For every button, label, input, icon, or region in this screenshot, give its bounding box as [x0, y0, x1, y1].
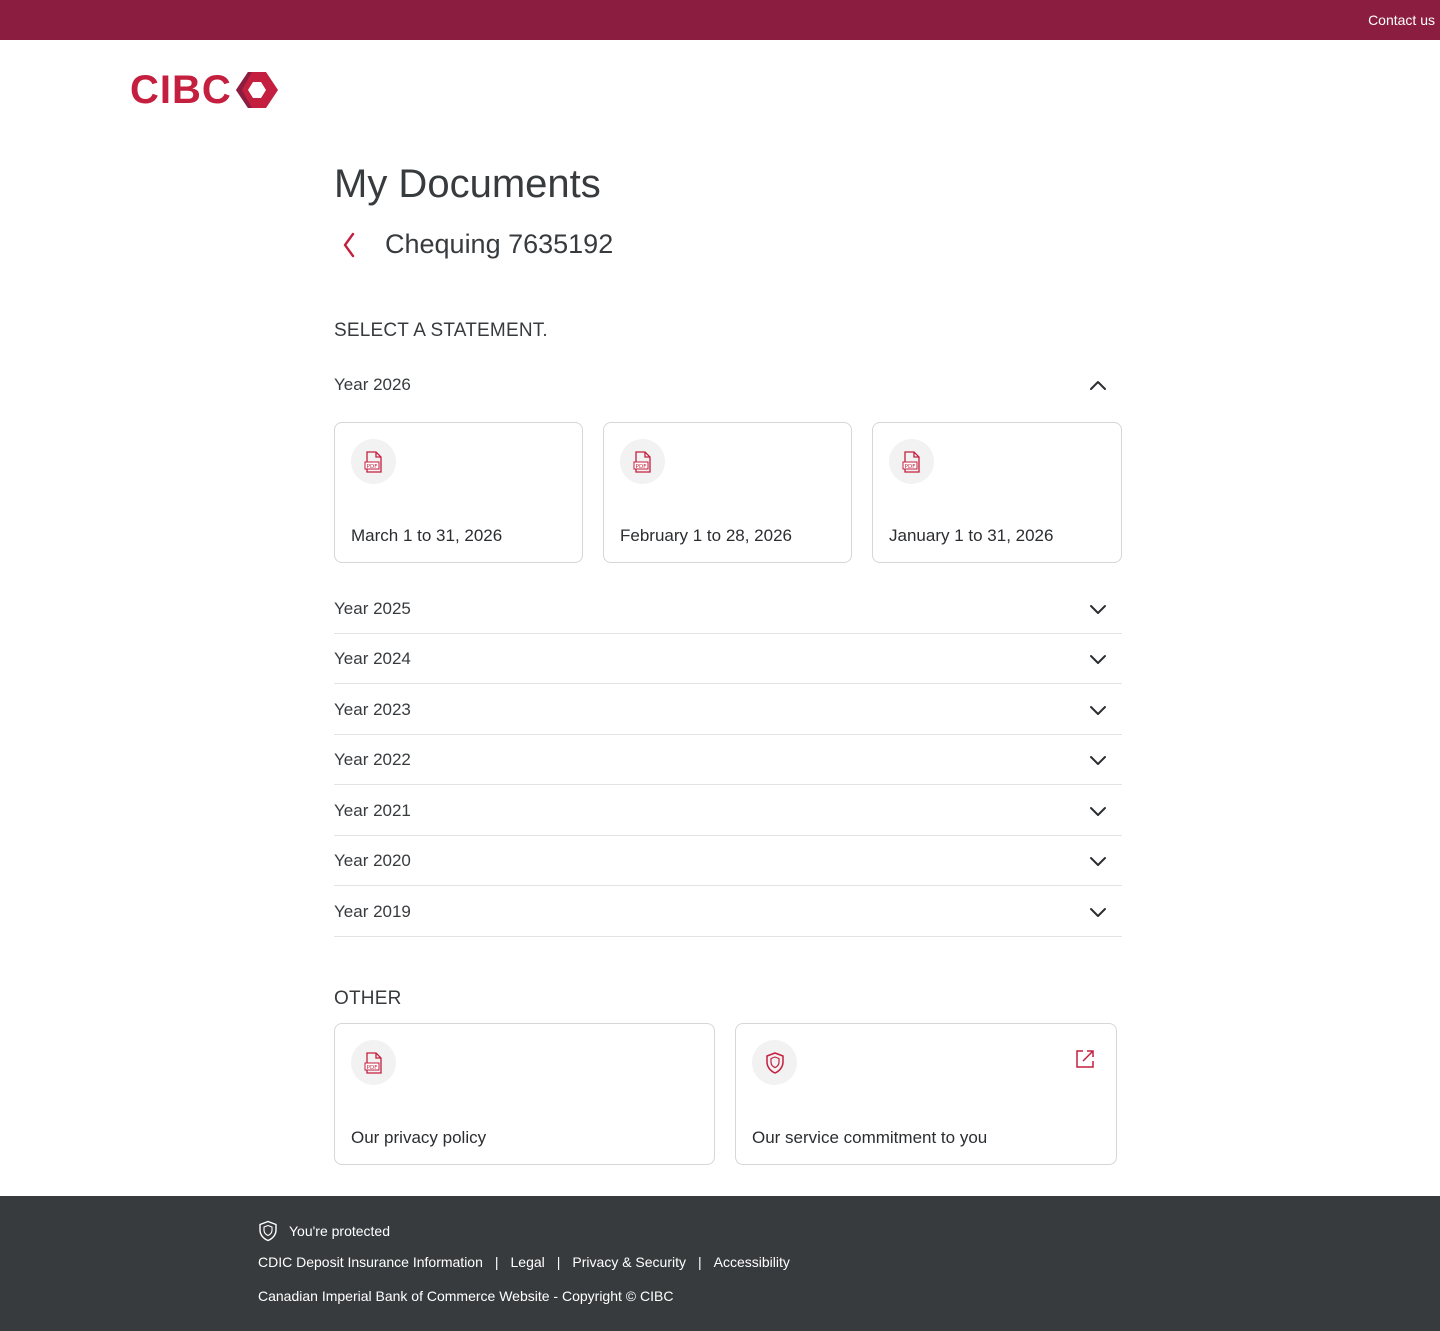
statement-card[interactable]: PDF February 1 to 28, 2026: [603, 422, 852, 563]
year-label: Year 2022: [334, 749, 411, 769]
statement-card[interactable]: PDF March 1 to 31, 2026: [334, 422, 583, 563]
year-accordion-2024[interactable]: Year 2024: [334, 634, 1122, 684]
chevron-down-icon: [1088, 599, 1108, 619]
protected-label: You're protected: [289, 1223, 391, 1239]
chevron-down-icon: [1088, 851, 1108, 871]
chevron-up-icon: [1088, 375, 1108, 395]
divider: |: [556, 1254, 561, 1270]
privacy-security-link[interactable]: Privacy & Security: [572, 1254, 686, 1270]
account-title: Chequing 7635192: [385, 229, 614, 259]
statement-label: January 1 to 31, 2026: [889, 526, 1054, 545]
contact-us-link[interactable]: Contact us: [1368, 12, 1435, 28]
pdf-icon: PDF: [889, 439, 934, 484]
statement-card[interactable]: PDF January 1 to 31, 2026: [872, 422, 1122, 563]
legal-link[interactable]: Legal: [511, 1254, 545, 1270]
year-label: Year 2024: [334, 648, 411, 668]
accessibility-link[interactable]: Accessibility: [714, 1254, 790, 1270]
top-bar: Contact us: [0, 0, 1440, 40]
svg-text:PDF: PDF: [366, 463, 377, 469]
year-label: Year 2025: [334, 598, 411, 618]
year-label: Year 2019: [334, 901, 411, 921]
svg-text:PDF: PDF: [904, 463, 915, 469]
year-label: Year 2020: [334, 850, 411, 870]
divider: |: [494, 1254, 499, 1270]
external-link-icon: [1074, 1048, 1096, 1075]
chevron-down-icon: [1088, 902, 1108, 922]
pdf-icon: PDF: [620, 439, 665, 484]
cdic-link[interactable]: CDIC Deposit Insurance Information: [258, 1254, 483, 1270]
protected-notice: You're protected: [258, 1220, 390, 1242]
service-commitment-card[interactable]: Our service commitment to you: [735, 1023, 1117, 1165]
shield-icon: [752, 1040, 797, 1085]
svg-text:PDF: PDF: [635, 463, 646, 469]
back-button[interactable]: [336, 228, 362, 262]
footer-links: CDIC Deposit Insurance Information | Leg…: [258, 1254, 790, 1270]
chevron-down-icon: [1088, 801, 1108, 821]
logo-diamond-icon: [235, 72, 278, 108]
year-accordion-2021[interactable]: Year 2021: [334, 786, 1122, 836]
year-accordion-2022[interactable]: Year 2022: [334, 735, 1122, 785]
chevron-left-icon: [343, 232, 355, 258]
year-accordion-2020[interactable]: Year 2020: [334, 836, 1122, 886]
year-accordion-2026[interactable]: Year 2026: [334, 360, 1122, 410]
divider: |: [698, 1254, 702, 1270]
logo-wordmark: CIBC: [130, 68, 232, 112]
chevron-down-icon: [1088, 750, 1108, 770]
service-commitment-label: Our service commitment to you: [752, 1128, 988, 1147]
year-accordion-2025[interactable]: Year 2025: [334, 584, 1122, 634]
year-accordion-2019[interactable]: Year 2019: [334, 887, 1122, 937]
pdf-icon: PDF: [351, 439, 396, 484]
chevron-down-icon: [1088, 649, 1108, 669]
year-accordion-2023[interactable]: Year 2023: [334, 685, 1122, 735]
page-title: My Documents: [334, 162, 601, 206]
year-label: Year 2021: [334, 800, 411, 820]
shield-icon: [259, 1220, 277, 1242]
chevron-down-icon: [1088, 700, 1108, 720]
footer: You're protected CDIC Deposit Insurance …: [0, 1196, 1440, 1331]
statement-label: March 1 to 31, 2026: [351, 526, 503, 545]
year-label: Year 2026: [334, 375, 411, 394]
select-statement-heading: SELECT A STATEMENT.: [334, 320, 548, 341]
copyright: Canadian Imperial Bank of Commerce Websi…: [258, 1288, 674, 1304]
cibc-logo[interactable]: CIBC: [130, 70, 278, 110]
year-label: Year 2023: [334, 699, 411, 719]
other-heading: OTHER: [334, 988, 402, 1009]
statement-label: February 1 to 28, 2026: [620, 526, 793, 545]
privacy-policy-label: Our privacy policy: [351, 1128, 487, 1147]
pdf-icon: PDF: [351, 1040, 396, 1085]
svg-text:PDF: PDF: [366, 1064, 377, 1070]
privacy-policy-card[interactable]: PDF Our privacy policy: [334, 1023, 715, 1165]
